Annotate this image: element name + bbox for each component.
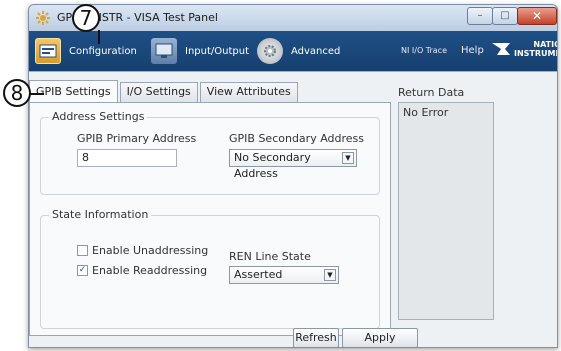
logo-line-1: NATIONAL (533, 40, 557, 49)
visa-app-icon (35, 10, 51, 26)
ni-io-trace-link[interactable]: NI I/O Trace (401, 31, 447, 71)
unaddressing-check-box[interactable] (77, 245, 88, 256)
title-bar: GPIB::INSTR - VISA Test Panel – □ ✕ (29, 5, 557, 31)
chevron-down-icon: ▼ (342, 152, 354, 164)
input-output-button[interactable]: Input/Output (151, 31, 249, 71)
ni-eagle-icon (492, 43, 510, 55)
secondary-address-select[interactable]: No Secondary Address ▼ (229, 149, 357, 180)
configuration-icon (35, 38, 61, 64)
minimize-button[interactable]: – (467, 7, 493, 25)
primary-address-label: GPIB Primary Address (77, 132, 197, 145)
state-information-group: State Information Enable Unaddressing ✓ … (40, 208, 380, 329)
gpib-settings-panel: Address Settings GPIB Primary Address 8 … (29, 102, 391, 336)
return-data-label: Return Data (398, 86, 465, 99)
toolbar: Configuration Input/Output Advanced NI I… (29, 31, 557, 71)
advanced-button[interactable]: Advanced (257, 31, 340, 71)
configuration-button[interactable]: Configuration (35, 31, 137, 71)
address-settings-group: Address Settings GPIB Primary Address 8 … (40, 110, 380, 195)
configuration-label: Configuration (69, 45, 137, 57)
ren-line-state-select[interactable]: Asserted ▼ (229, 266, 339, 284)
visa-test-panel-window: GPIB::INSTR - VISA Test Panel – □ ✕ Conf… (28, 4, 558, 348)
input-output-label: Input/Output (185, 45, 249, 57)
chevron-down-icon: ▼ (324, 269, 336, 281)
logo-line-2: INSTRUMENTS (514, 49, 557, 58)
apply-changes-button[interactable]: Apply Changes (342, 328, 418, 347)
enable-unaddressing-checkbox[interactable]: Enable Unaddressing (77, 244, 208, 257)
monitor-icon (151, 38, 177, 64)
ren-line-state-label: REN Line State (229, 250, 311, 263)
primary-address-input[interactable]: 8 (77, 149, 177, 167)
gear-icon (257, 38, 283, 64)
refresh-button[interactable]: Refresh (293, 328, 339, 347)
return-data-value: No Error (403, 106, 449, 119)
state-information-title: State Information (49, 208, 152, 221)
tab-view-attributes[interactable]: View Attributes (199, 82, 298, 102)
maximize-button[interactable]: □ (492, 7, 518, 25)
return-data-box: No Error (398, 102, 494, 320)
advanced-label: Advanced (291, 45, 341, 57)
ren-line-state-value: Asserted (234, 268, 283, 281)
tab-strip: GPIB Settings I/O Settings View Attribut… (29, 80, 300, 102)
secondary-address-label: GPIB Secondary Address (229, 132, 365, 145)
content-area: GPIB Settings I/O Settings View Attribut… (29, 71, 557, 347)
tab-gpib-settings[interactable]: GPIB Settings (29, 80, 118, 102)
enable-readdressing-checkbox[interactable]: ✓ Enable Readdressing (77, 264, 207, 277)
enable-unaddressing-label: Enable Unaddressing (92, 244, 209, 257)
help-link[interactable]: Help (461, 31, 484, 71)
callout-7-pointer (98, 30, 100, 44)
address-settings-title: Address Settings (49, 110, 148, 123)
enable-readdressing-label: Enable Readdressing (92, 264, 208, 277)
tab-io-settings[interactable]: I/O Settings (119, 82, 198, 102)
readdressing-check-box[interactable]: ✓ (77, 265, 88, 276)
secondary-address-value: No Secondary Address (234, 151, 311, 180)
national-instruments-logo: NATIONAL INSTRUMENTS (491, 40, 557, 58)
callout-7: 7 (72, 4, 100, 32)
callout-8-pointer (30, 93, 44, 95)
callout-8: 8 (3, 79, 31, 107)
close-button[interactable]: ✕ (517, 7, 557, 25)
